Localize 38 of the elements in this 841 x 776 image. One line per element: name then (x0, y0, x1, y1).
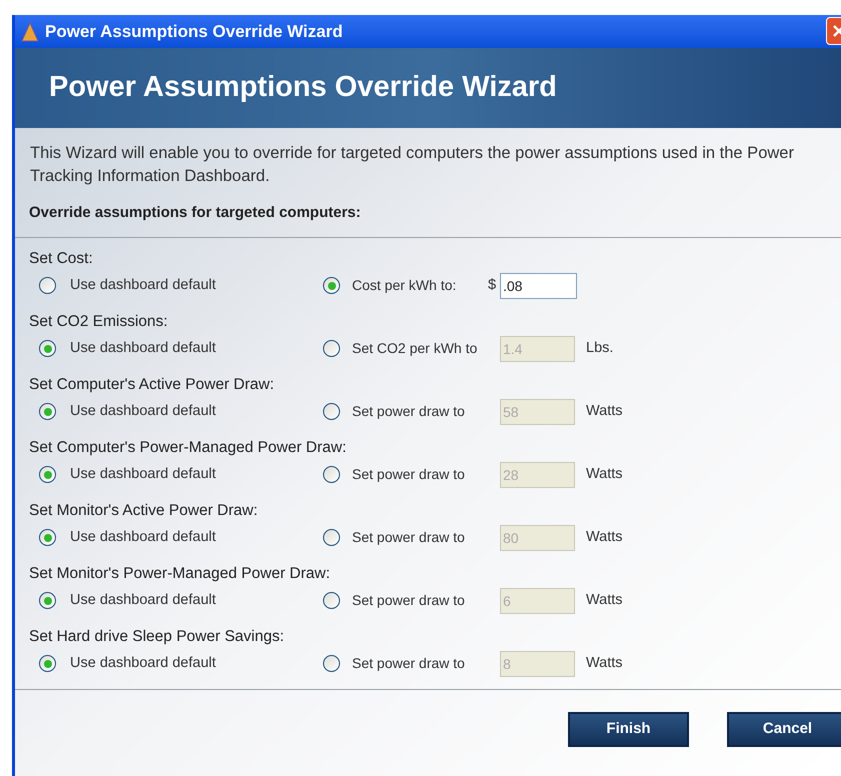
radio-label: Use dashboard default (70, 402, 216, 421)
currency-symbol: $ (488, 276, 496, 295)
radio-label: Cost per kWh to: (352, 276, 456, 295)
dialog-button[interactable]: Finish (568, 712, 689, 746)
radio-label: Use dashboard default (70, 338, 216, 358)
radio-label: Use dashboard default (70, 276, 216, 295)
setting-title: Set Computer's Power-Managed Power Draw: (29, 438, 348, 458)
radio-label: Use dashboard default (70, 464, 216, 484)
setting-title: Set Hard drive Sleep Power Savings: (29, 626, 286, 646)
radio-label: Set power draw to (352, 528, 465, 547)
intro-text: This Wizard will enable you to override for targeted computers the power assumptions used in the Power Tracking Information Dashboard. (30, 143, 795, 187)
setting-title: Set Cost: (29, 248, 94, 268)
setting-title: Set Monitor's Power-Managed Power Draw: (29, 564, 332, 584)
unit-label: Watts (586, 590, 623, 610)
dialog-button[interactable]: Cancel (727, 712, 841, 746)
radio-label: Set CO2 per kWh to (352, 339, 478, 358)
window-title: Power Assumptions Override Wizard (45, 20, 343, 43)
value-field[interactable]: .08 (500, 272, 577, 298)
setting-title: Set CO2 Emissions: (29, 312, 169, 332)
radio-button[interactable] (39, 277, 56, 294)
radio-label: Use dashboard default (70, 654, 216, 673)
radio-label: Set power draw to (352, 654, 465, 673)
warning-cone-icon (21, 22, 39, 42)
radio-label: Set power draw to (352, 402, 465, 421)
subheading: Override assumptions for targeted computers: (29, 203, 362, 223)
unit-label: Lbs. (586, 338, 614, 358)
banner-title: Power Assumptions Override Wizard (49, 70, 557, 106)
radio-label: Set power draw to (352, 591, 465, 610)
setting-title: Set Monitor's Active Power Draw: (29, 500, 259, 520)
radio-label: Use dashboard default (70, 590, 216, 610)
radio-button[interactable] (323, 277, 340, 294)
unit-label: Watts (586, 402, 623, 421)
unit-label: Watts (586, 528, 623, 547)
unit-label: Watts (586, 464, 623, 484)
radio-label: Set power draw to (352, 465, 465, 484)
unit-label: Watts (586, 654, 623, 673)
radio-label: Use dashboard default (70, 528, 216, 547)
setting-title: Set Computer's Active Power Draw: (29, 374, 276, 394)
